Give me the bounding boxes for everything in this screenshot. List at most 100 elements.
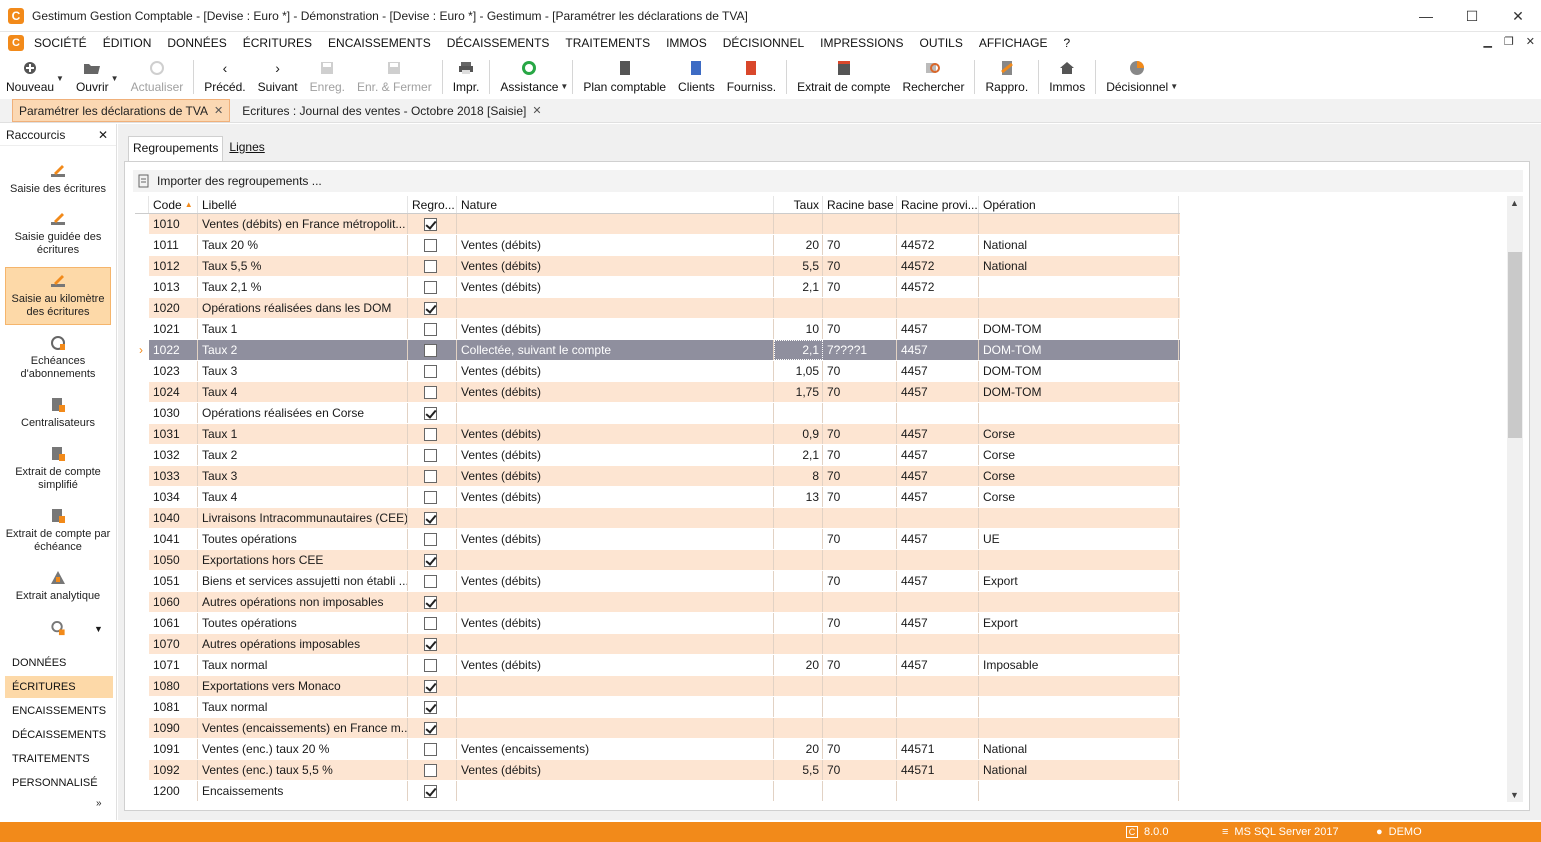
cell-nature[interactable]: Collectée, suivant le compte bbox=[457, 340, 774, 360]
cell-regro[interactable] bbox=[408, 592, 457, 612]
cell-taux[interactable] bbox=[774, 634, 823, 654]
column-header-regro[interactable]: Regro... bbox=[408, 196, 457, 213]
cell-code[interactable]: 1033 bbox=[149, 466, 198, 486]
suivant-button[interactable]: › Suivant bbox=[252, 56, 304, 98]
sidebar-item-extrait-echeance[interactable]: Extrait de compte par échéance bbox=[5, 507, 111, 554]
cell-libelle[interactable]: Ventes (enc.) taux 20 % bbox=[198, 739, 408, 759]
cell-nature[interactable] bbox=[457, 214, 774, 234]
regro-checkbox[interactable] bbox=[424, 700, 437, 714]
cell-base[interactable] bbox=[823, 403, 897, 423]
tab-lignes[interactable]: Lignes bbox=[225, 136, 268, 162]
cell-regro[interactable] bbox=[408, 277, 457, 297]
decisionnel-dropdown-icon[interactable]: ▼ bbox=[1170, 82, 1178, 91]
cell-code[interactable]: 1092 bbox=[149, 760, 198, 780]
cell-code[interactable]: 1070 bbox=[149, 634, 198, 654]
cell-regro[interactable] bbox=[408, 298, 457, 318]
close-icon[interactable]: ✕ bbox=[214, 104, 223, 117]
cell-nature[interactable] bbox=[457, 298, 774, 318]
cell-libelle[interactable]: Taux 5,5 % bbox=[198, 256, 408, 276]
column-header-taux[interactable]: Taux bbox=[774, 196, 823, 213]
cell-base[interactable]: 70 bbox=[823, 466, 897, 486]
cell-libelle[interactable]: Autres opérations non imposables bbox=[198, 592, 408, 612]
doc-tab-ecritures[interactable]: Ecritures : Journal des ventes - Octobre… bbox=[236, 99, 547, 122]
cell-op[interactable]: Export bbox=[979, 571, 1179, 591]
cell-nature[interactable]: Ventes (débits) bbox=[457, 256, 774, 276]
cell-base[interactable]: 70 bbox=[823, 613, 897, 633]
regro-checkbox[interactable] bbox=[424, 385, 437, 399]
cell-libelle[interactable]: Ventes (encaissements) en France m... bbox=[198, 718, 408, 738]
cell-nature[interactable]: Ventes (débits) bbox=[457, 487, 774, 507]
cell-base[interactable] bbox=[823, 697, 897, 717]
cell-code[interactable]: 1071 bbox=[149, 655, 198, 675]
cell-regro[interactable] bbox=[408, 487, 457, 507]
cell-libelle[interactable]: Opérations réalisées en Corse bbox=[198, 403, 408, 423]
cell-provi[interactable] bbox=[897, 676, 979, 696]
cell-provi[interactable] bbox=[897, 403, 979, 423]
regro-checkbox[interactable] bbox=[424, 490, 437, 504]
regro-checkbox[interactable] bbox=[424, 217, 437, 231]
cell-base[interactable] bbox=[823, 781, 897, 801]
regro-checkbox[interactable] bbox=[424, 595, 437, 609]
cell-libelle[interactable]: Opérations réalisées dans les DOM bbox=[198, 298, 408, 318]
mdi-minimize-icon[interactable]: ▁ bbox=[1483, 35, 1491, 48]
cell-op[interactable] bbox=[979, 508, 1179, 528]
cell-op[interactable]: DOM-TOM bbox=[979, 382, 1179, 402]
regro-checkbox[interactable] bbox=[424, 721, 437, 735]
cell-nature[interactable] bbox=[457, 592, 774, 612]
cell-code[interactable]: 1061 bbox=[149, 613, 198, 633]
table-row[interactable]: 1013 Taux 2,1 % Ventes (débits) 2,1 70 44572 bbox=[135, 277, 1180, 298]
cell-taux[interactable] bbox=[774, 571, 823, 591]
cell-nature[interactable] bbox=[457, 550, 774, 570]
cell-provi[interactable]: 4457 bbox=[897, 529, 979, 549]
cell-op[interactable] bbox=[979, 592, 1179, 612]
regro-checkbox[interactable] bbox=[424, 574, 437, 588]
regro-checkbox[interactable] bbox=[424, 364, 437, 378]
column-header-racine-provi[interactable]: Racine provi... bbox=[897, 196, 979, 213]
cell-taux[interactable]: 2,1 bbox=[774, 445, 823, 465]
sidebar-item-extrait-simplifie[interactable]: Extrait de compte simplifié bbox=[5, 445, 111, 492]
regro-checkbox[interactable] bbox=[424, 280, 437, 294]
cell-regro[interactable] bbox=[408, 508, 457, 528]
regro-checkbox[interactable] bbox=[424, 637, 437, 651]
cell-op[interactable]: Imposable bbox=[979, 655, 1179, 675]
table-row[interactable]: 1010 Ventes (débits) en France métropolit… bbox=[135, 214, 1180, 235]
cell-code[interactable]: 1200 bbox=[149, 781, 198, 801]
cell-regro[interactable] bbox=[408, 466, 457, 486]
cell-provi[interactable]: 4457 bbox=[897, 445, 979, 465]
cell-op[interactable]: DOM-TOM bbox=[979, 361, 1179, 381]
cell-nature[interactable]: Ventes (débits) bbox=[457, 571, 774, 591]
immos-button[interactable]: Immos bbox=[1043, 56, 1091, 98]
cell-provi[interactable] bbox=[897, 592, 979, 612]
table-row[interactable]: 1080 Exportations vers Monaco bbox=[135, 676, 1180, 697]
cell-code[interactable]: 1013 bbox=[149, 277, 198, 297]
cell-base[interactable]: 70 bbox=[823, 571, 897, 591]
table-row[interactable]: › 1022 Taux 2 Collectée, suivant le compte 2… bbox=[135, 340, 1180, 361]
cell-op[interactable] bbox=[979, 277, 1179, 297]
cell-regro[interactable] bbox=[408, 214, 457, 234]
ouvrir-dropdown-icon[interactable]: ▼ bbox=[111, 74, 119, 83]
cell-regro[interactable] bbox=[408, 403, 457, 423]
cell-op[interactable] bbox=[979, 676, 1179, 696]
cell-nature[interactable]: Ventes (débits) bbox=[457, 382, 774, 402]
sidebar-item-centralisateurs[interactable]: Centralisateurs bbox=[5, 396, 111, 430]
cell-provi[interactable]: 4457 bbox=[897, 655, 979, 675]
cell-libelle[interactable]: Biens et services assujetti non établi .… bbox=[198, 571, 408, 591]
regro-checkbox[interactable] bbox=[424, 238, 437, 252]
cell-op[interactable] bbox=[979, 214, 1179, 234]
menu-donnees[interactable]: DONNÉES bbox=[167, 36, 226, 50]
cell-provi[interactable] bbox=[897, 718, 979, 738]
cell-libelle[interactable]: Autres opérations imposables bbox=[198, 634, 408, 654]
regro-checkbox[interactable] bbox=[424, 406, 437, 420]
cell-libelle[interactable]: Taux 2 bbox=[198, 445, 408, 465]
cell-base[interactable] bbox=[823, 298, 897, 318]
cell-libelle[interactable]: Ventes (débits) en France métropolit... bbox=[198, 214, 408, 234]
cell-op[interactable]: National bbox=[979, 760, 1179, 780]
cell-base[interactable]: 7????1 bbox=[823, 340, 897, 360]
cell-code[interactable]: 1023 bbox=[149, 361, 198, 381]
cell-op[interactable]: UE bbox=[979, 529, 1179, 549]
rappro-button[interactable]: Rappro. bbox=[979, 56, 1034, 98]
nouveau-dropdown-icon[interactable]: ▼ bbox=[56, 74, 64, 83]
table-row[interactable]: 1024 Taux 4 Ventes (débits) 1,75 70 4457 DOM-T… bbox=[135, 382, 1180, 403]
cell-libelle[interactable]: Taux 3 bbox=[198, 361, 408, 381]
cell-code[interactable]: 1032 bbox=[149, 445, 198, 465]
